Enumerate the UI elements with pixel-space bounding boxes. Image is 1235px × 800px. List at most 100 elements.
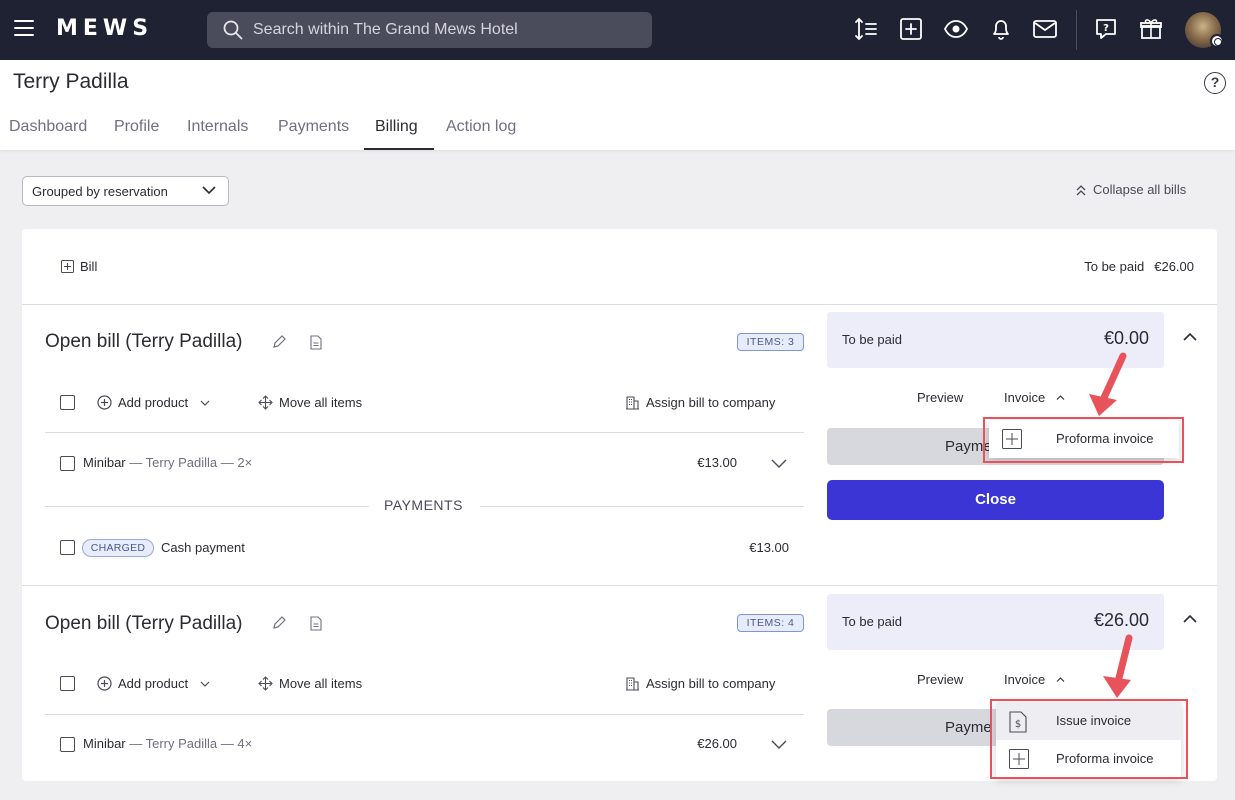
chevron-down-icon[interactable] (771, 459, 787, 468)
top-navigation-bar: MEWS ? (0, 0, 1235, 60)
preview-button[interactable]: Preview (917, 672, 963, 687)
search-icon (223, 20, 243, 40)
tab-action-log[interactable]: Action log (446, 118, 516, 136)
move-all-items-button[interactable]: Move all items (258, 676, 362, 691)
assign-bill-to-company-label: Assign bill to company (646, 676, 776, 691)
charged-badge: CHARGED (82, 539, 154, 557)
building-icon (626, 396, 639, 410)
assign-bill-to-company-button[interactable]: Assign bill to company (625, 395, 775, 410)
payments-divider-right (480, 506, 804, 507)
tab-internals[interactable]: Internals (187, 118, 248, 136)
chevron-up-icon (1056, 677, 1065, 682)
bill-title: Open bill (Terry Padilla) (45, 331, 243, 352)
line-item-amount: €13.00 (697, 455, 737, 470)
annotation-arrow-icon (1089, 352, 1127, 416)
add-bill-label: Bill (80, 259, 98, 274)
invoice-dropdown-label: Invoice (1004, 672, 1046, 687)
move-all-items-button[interactable]: Move all items (258, 395, 362, 410)
total-to-be-paid: To be paid €26.00 (1084, 259, 1194, 274)
row-divider (45, 432, 804, 433)
section-divider (22, 585, 1217, 586)
annotation-arrow-icon (1103, 634, 1133, 698)
row-divider (45, 714, 804, 715)
document-icon[interactable] (310, 335, 322, 350)
chevron-down-icon (202, 186, 216, 195)
move-icon (258, 676, 273, 691)
add-product-button[interactable]: Add product (97, 676, 216, 691)
line-item-description: Minibar — Terry Padilla — 2× (83, 455, 252, 470)
plus-square-icon[interactable] (898, 16, 924, 42)
add-bill-button[interactable]: Bill (61, 259, 97, 274)
section-divider (22, 304, 1217, 305)
payment-amount: €13.00 (749, 540, 789, 555)
feedback-icon[interactable]: ? (1093, 16, 1119, 42)
assign-bill-to-company-button[interactable]: Assign bill to company (625, 676, 775, 691)
tab-dashboard[interactable]: Dashboard (9, 118, 87, 136)
payment-checkbox[interactable] (60, 540, 75, 555)
invoice-dropdown[interactable]: Invoice (1004, 390, 1065, 405)
collapse-all-bills-label: Collapse all bills (1093, 182, 1187, 197)
move-all-items-label: Move all items (279, 395, 363, 410)
bill-title: Open bill (Terry Padilla) (45, 613, 243, 634)
edit-pencil-icon[interactable] (272, 616, 286, 630)
items-count-badge: ITEMS: 4 (737, 614, 804, 632)
grouping-select[interactable]: Grouped by reservation (22, 176, 229, 206)
highlight-box (983, 417, 1184, 463)
document-icon[interactable] (310, 616, 322, 631)
payments-header-label: PAYMENTS (384, 497, 463, 513)
collapse-all-bills-button[interactable]: Collapse all bills (1076, 182, 1186, 197)
avatar-status-icon (1210, 34, 1224, 48)
search-input[interactable] (253, 12, 643, 48)
sort-icon[interactable] (853, 16, 879, 42)
profile-header: Terry Padilla ? Dashboard Profile Intern… (0, 60, 1235, 150)
line-item-amount: €26.00 (697, 736, 737, 751)
chevron-down-icon[interactable] (771, 740, 787, 749)
payment-label: Cash payment (161, 540, 245, 555)
tab-billing[interactable]: Billing (375, 118, 418, 136)
line-item-detail: — Terry Padilla — 2× (125, 455, 253, 470)
grouping-select-value: Grouped by reservation (32, 184, 168, 199)
mews-logo[interactable]: MEWS (56, 16, 153, 41)
tab-payments[interactable]: Payments (278, 118, 349, 136)
help-icon[interactable]: ? (1204, 72, 1226, 94)
gift-icon[interactable] (1138, 16, 1164, 42)
plus-circle-icon (97, 676, 112, 691)
select-all-checkbox[interactable] (60, 395, 75, 410)
line-item-product: Minibar (83, 736, 126, 751)
edit-pencil-icon[interactable] (272, 335, 286, 349)
line-item-checkbox[interactable] (60, 737, 75, 752)
select-all-checkbox[interactable] (60, 676, 75, 691)
close-bill-button[interactable]: Close (827, 480, 1164, 520)
tab-profile[interactable]: Profile (114, 118, 159, 136)
chevron-up-icon[interactable] (1183, 333, 1197, 341)
preview-button[interactable]: Preview (917, 390, 963, 405)
chevron-down-icon (200, 400, 210, 406)
search-bar[interactable] (207, 12, 652, 48)
to-be-paid-label: To be paid (842, 614, 902, 629)
svg-text:?: ? (1103, 23, 1109, 34)
page-title: Terry Padilla (13, 70, 129, 93)
bell-icon[interactable] (988, 16, 1014, 42)
add-product-button[interactable]: Add product (97, 395, 216, 410)
total-to-be-paid-amount: €26.00 (1154, 259, 1194, 274)
building-icon (626, 677, 639, 691)
line-item-detail: — Terry Padilla — 4× (125, 736, 253, 751)
line-item-checkbox[interactable] (60, 456, 75, 471)
eye-icon[interactable] (943, 16, 969, 42)
menu-icon[interactable] (14, 20, 34, 36)
move-icon (258, 395, 273, 410)
active-tab-indicator (364, 148, 434, 150)
invoice-dropdown-label: Invoice (1004, 390, 1046, 405)
add-product-label: Add product (118, 395, 189, 410)
to-be-paid-amount: €0.00 (1103, 328, 1149, 348)
toolbar-separator (1076, 10, 1077, 50)
move-all-items-label: Move all items (279, 676, 363, 691)
chevron-up-icon[interactable] (1183, 615, 1197, 623)
plus-square-icon (61, 260, 74, 273)
invoice-dropdown[interactable]: Invoice (1004, 672, 1065, 687)
to-be-paid-amount: €26.00 (1093, 610, 1149, 630)
double-chevron-up-icon (1076, 185, 1086, 196)
mail-icon[interactable] (1032, 16, 1058, 42)
payments-section-header: PAYMENTS (45, 497, 804, 517)
chevron-up-icon (1056, 395, 1065, 400)
